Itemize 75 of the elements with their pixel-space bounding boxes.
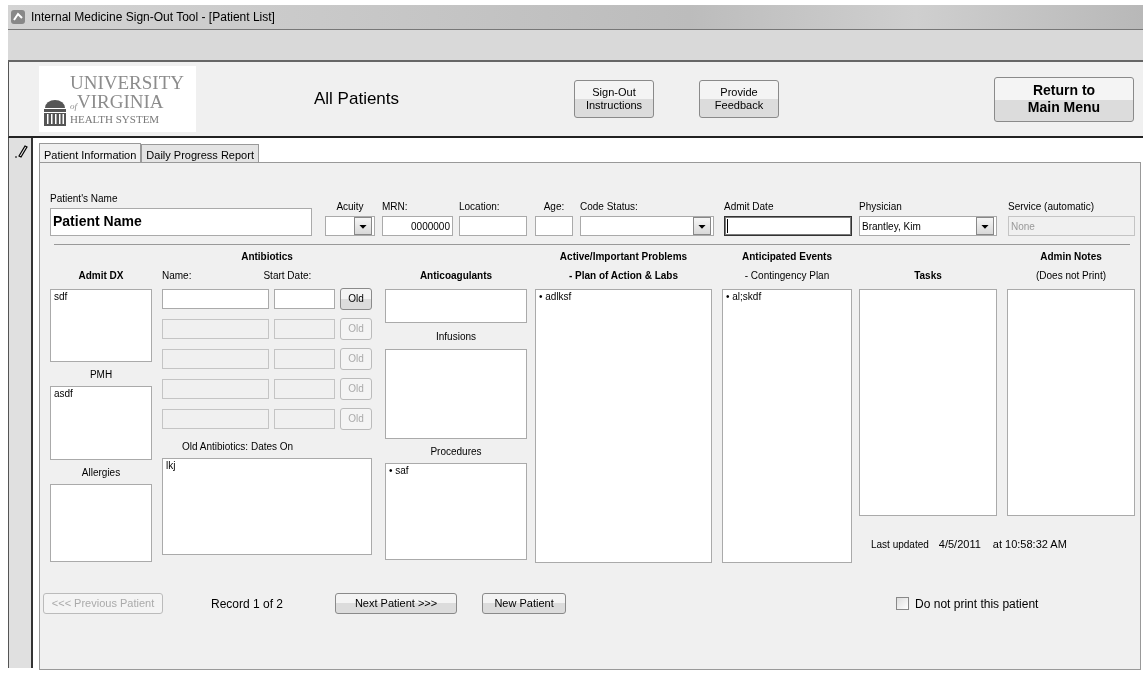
section-label: Allergies [81, 465, 121, 480]
column-heading: Antibiotics [241, 250, 293, 264]
page-title: All Patients [314, 88, 401, 111]
text-area[interactable]: sdf [50, 289, 152, 362]
last-updated-label: Last updated [871, 537, 929, 552]
header-button[interactable]: Sign-Out Instructions [574, 80, 654, 118]
column-heading: Tasks [914, 269, 942, 283]
old-button[interactable]: Old [340, 288, 372, 310]
tab[interactable]: Patient Information [39, 143, 142, 163]
section-label: Procedures [430, 444, 482, 459]
input-field[interactable] [459, 216, 527, 236]
text-area[interactable] [859, 289, 997, 516]
logo-text: of [70, 102, 77, 111]
field-label: MRN: [382, 201, 409, 213]
section-label: Old Antibiotics: Dates On [182, 439, 294, 454]
text-area[interactable]: • adlksf [535, 289, 712, 563]
field-label: Code Status: [580, 201, 639, 213]
field-label: Age: [542, 201, 566, 213]
input-field[interactable] [274, 289, 336, 309]
last-updated-date: 4/5/2011 [938, 537, 981, 552]
new-patient-button[interactable]: New Patient [482, 593, 567, 614]
dropdown-field[interactable] [325, 216, 375, 236]
field-label: Service (automatic) [1008, 201, 1096, 213]
text-area[interactable]: asdf [50, 386, 152, 460]
logo-text: VIRGINIA [77, 92, 164, 111]
rotunda-icon [43, 98, 67, 128]
column-heading: Anticoagulants [419, 269, 493, 283]
field-label: Physician [859, 201, 903, 213]
name-field[interactable]: Patient Name [50, 208, 312, 236]
section-label: PMH [89, 367, 113, 382]
dropdown-field[interactable]: Brantley, Kim [859, 216, 997, 236]
column-label: Name: [162, 269, 192, 283]
input-field[interactable] [724, 216, 852, 236]
input-field [274, 319, 336, 339]
dropdown-field[interactable] [580, 216, 714, 236]
field-label: Admit Date [724, 201, 775, 213]
column-heading: Admit DX [78, 269, 124, 283]
input-field[interactable]: 0000000 [382, 216, 453, 236]
column-heading: - Contingency Plan [744, 269, 830, 283]
pencil-icon [14, 144, 28, 159]
header-button[interactable]: Provide Feedback [699, 80, 779, 118]
column-heading: Admin Notes [1040, 250, 1102, 264]
text-area[interactable] [1007, 289, 1135, 516]
window-title: Internal Medicine Sign-Out Tool - [Patient List] [31, 9, 275, 26]
last-updated-time: at 10:58:32 AM [992, 537, 1067, 552]
record-counter: Record 1 of 2 [211, 595, 284, 613]
app-icon [10, 9, 26, 25]
text-area[interactable] [385, 289, 527, 323]
input-field [274, 409, 336, 429]
header-button[interactable]: Return to Main Menu [994, 76, 1134, 122]
checkbox-label: Do not print this patient [915, 595, 1039, 613]
logo-text: HEALTH SYSTEM [70, 114, 161, 125]
checkbox[interactable] [896, 597, 910, 610]
text-area[interactable] [50, 484, 152, 562]
input-field [274, 379, 336, 399]
logo-text: UNIVERSITY [70, 73, 184, 92]
section-label: Infusions [436, 329, 476, 344]
text-area[interactable]: lkj [162, 458, 372, 555]
next-patient-button[interactable]: Next Patient >>> [335, 593, 458, 614]
column-heading: (Does not Print) [1036, 269, 1106, 283]
field-label: Patient's Name [50, 193, 119, 205]
text-area[interactable]: • al;skdf [722, 289, 852, 563]
input-field[interactable] [535, 216, 573, 236]
text-area[interactable]: • saf [385, 463, 527, 560]
column-heading: Anticipated Events [742, 250, 832, 264]
input-field [274, 349, 336, 369]
column-label: Start Date: [263, 269, 312, 283]
field-label: Acuity [335, 201, 365, 213]
column-heading: - Plan of Action & Labs [568, 269, 679, 283]
field-label: Location: [459, 201, 501, 213]
input-field[interactable] [162, 289, 270, 309]
input-field: None [1008, 216, 1135, 236]
text-area[interactable] [385, 349, 527, 439]
column-heading: Active/Important Problems [559, 250, 688, 264]
tab[interactable]: Daily Progress Report [141, 144, 259, 162]
